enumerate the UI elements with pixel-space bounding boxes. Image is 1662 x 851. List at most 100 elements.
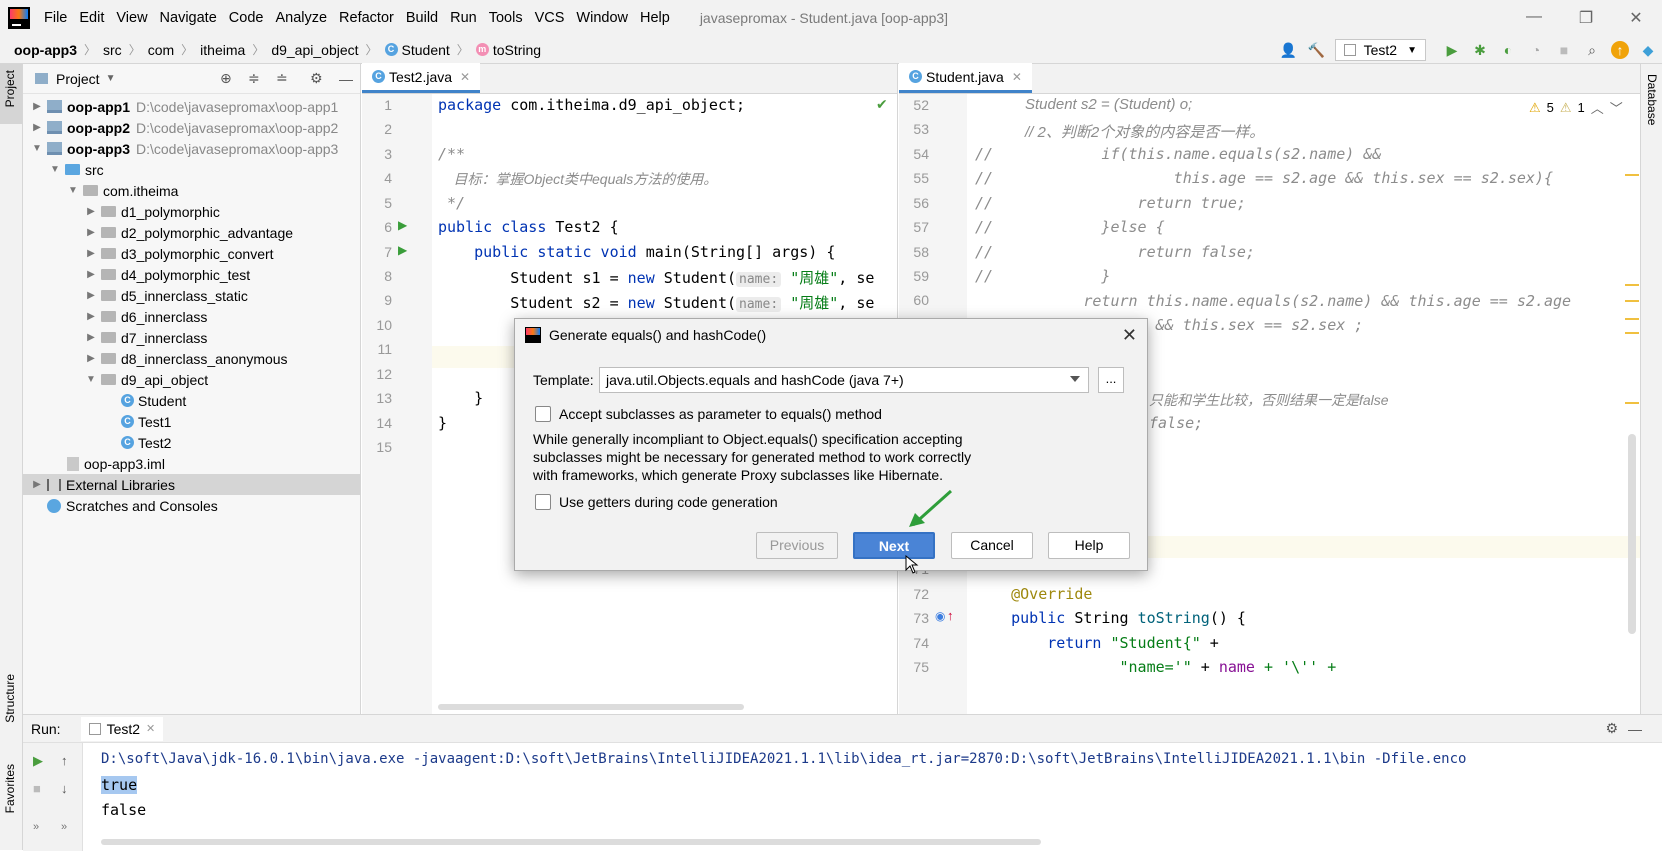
template-browse-button[interactable]: ... bbox=[1098, 367, 1124, 393]
error-stripe-mark[interactable] bbox=[1625, 402, 1639, 404]
tree-item-class[interactable]: C Test1 bbox=[23, 411, 361, 432]
menu-code[interactable]: Code bbox=[223, 10, 270, 26]
crumb-com[interactable]: com bbox=[148, 42, 174, 58]
tree-item-com-itheima[interactable]: ▼ com.itheima bbox=[23, 180, 361, 201]
favorites-tool-tab[interactable]: Favorites bbox=[3, 764, 17, 813]
hide-panel-icon[interactable]: — bbox=[339, 71, 353, 87]
tree-item-src[interactable]: ▼ src bbox=[23, 159, 361, 180]
more-icon[interactable]: » bbox=[61, 821, 67, 833]
menu-analyze[interactable]: Analyze bbox=[269, 10, 333, 26]
tree-item-package[interactable]: ▶ d5_innerclass_static bbox=[23, 285, 361, 306]
chevron-down-icon[interactable]: ▼ bbox=[49, 164, 61, 175]
crumb-src[interactable]: src bbox=[103, 42, 122, 58]
tree-item-external-libraries[interactable]: ▶ External Libraries bbox=[23, 474, 361, 495]
gear-icon[interactable]: ⚙ bbox=[1605, 720, 1618, 737]
tree-item-package[interactable]: ▶ d4_polymorphic_test bbox=[23, 264, 361, 285]
close-tab-icon[interactable]: ✕ bbox=[1012, 70, 1022, 84]
tab-student-java[interactable]: C Student.java ✕ bbox=[899, 63, 1032, 93]
next-button[interactable]: Next bbox=[853, 532, 935, 559]
crumb-class[interactable]: Student bbox=[402, 42, 450, 58]
tree-item-class[interactable]: C Test2 bbox=[23, 432, 361, 453]
chevron-right-icon[interactable]: ▶ bbox=[85, 311, 97, 322]
menu-refactor[interactable]: Refactor bbox=[333, 10, 400, 26]
use-getters-label[interactable]: Use getters during code generation bbox=[559, 494, 778, 510]
menu-run[interactable]: Run bbox=[444, 10, 483, 26]
arrow-up-icon[interactable]: ↑ bbox=[947, 608, 954, 623]
stop-icon[interactable]: ■ bbox=[33, 781, 41, 796]
rerun-icon[interactable]: ▶ bbox=[33, 753, 43, 769]
crumb-module[interactable]: oop-app3 bbox=[14, 42, 77, 58]
menu-file[interactable]: File bbox=[38, 10, 73, 26]
tree-item-package[interactable]: ▶ d2_polymorphic_advantage bbox=[23, 222, 361, 243]
close-tab-icon[interactable]: ✕ bbox=[146, 722, 155, 735]
scroll-up-icon[interactable]: ↑ bbox=[61, 753, 68, 768]
menu-build[interactable]: Build bbox=[400, 10, 444, 26]
run-gutter-icon[interactable]: ▶ bbox=[398, 243, 407, 257]
tab-test2-java[interactable]: C Test2.java ✕ bbox=[362, 63, 481, 93]
tree-item-oop-app3[interactable]: ▼ oop-app3 D:\code\javasepromax\oop-app3 bbox=[23, 138, 361, 159]
cancel-button[interactable]: Cancel bbox=[951, 532, 1033, 559]
chevron-right-icon[interactable]: ▶ bbox=[85, 227, 97, 238]
chevron-up-icon[interactable]: ︿ bbox=[1591, 98, 1604, 117]
toolbox-icon[interactable]: ◆ bbox=[1639, 41, 1657, 59]
menu-view[interactable]: View bbox=[110, 10, 153, 26]
tree-item-iml[interactable]: oop-app3.iml bbox=[23, 453, 361, 474]
chevron-down-icon[interactable]: ﹀ bbox=[1610, 98, 1623, 117]
inspection-widget[interactable]: ⚠ 5 ⚠ 1 ︿ ﹀ bbox=[1529, 98, 1623, 117]
close-tab-icon[interactable]: ✕ bbox=[460, 70, 470, 84]
collapse-all-icon[interactable]: ≐ bbox=[276, 70, 288, 87]
chevron-right-icon[interactable]: ▶ bbox=[31, 122, 43, 133]
tree-item-package[interactable]: ▶ d3_polymorphic_convert bbox=[23, 243, 361, 264]
tree-item-oop-app2[interactable]: ▶ oop-app2 D:\code\javasepromax\oop-app2 bbox=[23, 117, 361, 138]
tree-item-package[interactable]: ▼ d9_api_object bbox=[23, 369, 361, 390]
override-gutter-icon[interactable]: ◉ bbox=[935, 609, 945, 623]
user-icon[interactable]: 👤 bbox=[1280, 41, 1298, 59]
build-hammer-icon[interactable]: 🔨 bbox=[1308, 41, 1326, 59]
chevron-right-icon[interactable]: ▶ bbox=[31, 479, 43, 490]
locate-icon[interactable]: ⊕ bbox=[220, 70, 232, 87]
tree-item-package[interactable]: ▶ d1_polymorphic bbox=[23, 201, 361, 222]
chevron-right-icon[interactable]: ▶ bbox=[85, 332, 97, 343]
tree-item-package[interactable]: ▶ d8_innerclass_anonymous bbox=[23, 348, 361, 369]
debug-icon[interactable]: ✱ bbox=[1471, 41, 1489, 59]
crumb-package[interactable]: d9_api_object bbox=[271, 42, 358, 58]
chevron-down-icon[interactable]: ▼ bbox=[106, 73, 116, 84]
minimize-icon[interactable]: — bbox=[1524, 8, 1544, 26]
chevron-right-icon[interactable]: ▶ bbox=[85, 269, 97, 280]
error-stripe-mark[interactable] bbox=[1625, 284, 1639, 286]
structure-tool-tab[interactable]: Structure bbox=[3, 674, 17, 723]
chevron-right-icon[interactable]: ▶ bbox=[85, 290, 97, 301]
menu-help[interactable]: Help bbox=[634, 10, 676, 26]
run-gutter-icon[interactable]: ▶ bbox=[398, 218, 407, 232]
vertical-scrollbar[interactable] bbox=[1628, 434, 1636, 634]
horizontal-scrollbar[interactable] bbox=[101, 839, 1041, 845]
profile-icon[interactable]: ◔ bbox=[1527, 41, 1545, 59]
window-close-icon[interactable]: ✕ bbox=[1626, 8, 1646, 28]
template-select[interactable]: java.util.Objects.equals and hashCode (j… bbox=[599, 367, 1089, 393]
tree-item-scratches[interactable]: Scratches and Consoles bbox=[23, 495, 361, 516]
database-tool-tab[interactable]: Database bbox=[1645, 74, 1659, 125]
scroll-down-icon[interactable]: ↓ bbox=[61, 781, 68, 796]
tree-item-class[interactable]: C Student bbox=[23, 390, 361, 411]
run-config-select[interactable]: Test2 ▼ bbox=[1334, 39, 1426, 61]
accept-subclasses-checkbox[interactable] bbox=[535, 406, 551, 422]
chevron-right-icon[interactable]: ▶ bbox=[85, 248, 97, 259]
crumb-itheima[interactable]: itheima bbox=[200, 42, 245, 58]
use-getters-checkbox[interactable] bbox=[535, 494, 551, 510]
menu-edit[interactable]: Edit bbox=[73, 10, 110, 26]
crumb-method[interactable]: toString bbox=[493, 42, 541, 58]
error-stripe-mark[interactable] bbox=[1625, 174, 1639, 176]
coverage-icon[interactable]: ◐ bbox=[1499, 41, 1517, 59]
chevron-down-icon[interactable]: ▼ bbox=[67, 185, 79, 196]
horizontal-scrollbar[interactable] bbox=[438, 704, 744, 710]
hide-panel-icon[interactable]: — bbox=[1628, 721, 1642, 737]
chevron-right-icon[interactable]: ▶ bbox=[85, 353, 97, 364]
search-icon[interactable]: ⌕ bbox=[1583, 41, 1601, 59]
menu-navigate[interactable]: Navigate bbox=[154, 10, 223, 26]
chevron-right-icon[interactable]: ▶ bbox=[31, 101, 43, 112]
chevron-right-icon[interactable]: ▶ bbox=[85, 206, 97, 217]
chevron-down-icon[interactable]: ▼ bbox=[31, 143, 43, 154]
chevron-down-icon[interactable]: ▼ bbox=[85, 374, 97, 385]
restore-icon[interactable]: ❐ bbox=[1576, 8, 1596, 28]
project-title[interactable]: Project bbox=[56, 71, 100, 87]
